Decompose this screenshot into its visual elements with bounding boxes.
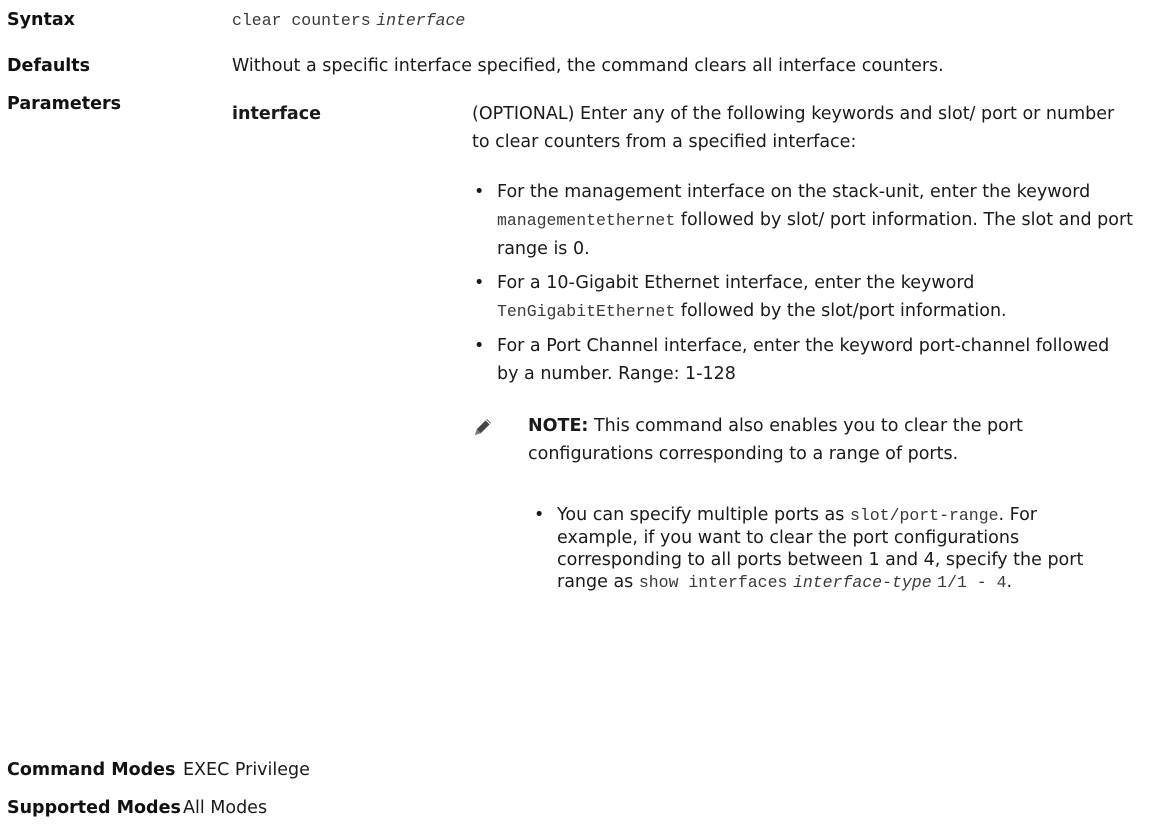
- note-label: NOTE:: [528, 416, 589, 436]
- supported-modes-label: Supported Modes: [7, 798, 181, 818]
- syntax-arg: interface: [376, 11, 466, 30]
- list-item: • You can specify multiple ports as slot…: [534, 505, 1084, 592]
- pencil-note-icon: [472, 416, 494, 438]
- syntax-label: Syntax: [7, 10, 75, 30]
- keyword-code: TenGigabitEthernet: [497, 302, 676, 321]
- parameter-description: (OPTIONAL) Enter any of the following ke…: [472, 104, 1115, 152]
- supported-modes-value: All Modes: [183, 798, 268, 818]
- syntax-value: clear counters interface: [232, 6, 465, 35]
- note-block: NOTE: This command also enables you to c…: [472, 412, 1134, 468]
- parameter-name: interface: [232, 104, 321, 124]
- list-item: • For the management interface on the st…: [474, 182, 1134, 259]
- parameters-label: Parameters: [7, 94, 121, 114]
- note-text: NOTE: This command also enables you to c…: [528, 416, 1023, 464]
- defaults-label: Defaults: [7, 56, 91, 76]
- keyword-code: 1/1 - 4: [937, 573, 1007, 592]
- defaults-text: Without a specific interface specified, …: [232, 56, 944, 76]
- list-item: • For a Port Channel interface, enter th…: [474, 336, 1110, 384]
- syntax-command: clear counters: [232, 11, 371, 30]
- keyword-code: slot/port-range: [849, 506, 999, 525]
- parameter-bullet-list: • For the management interface on the st…: [472, 178, 1134, 394]
- command-modes-label: Command Modes: [7, 760, 176, 780]
- keyword-code-italic: interface-type: [792, 573, 932, 592]
- list-item: • For a 10-Gigabit Ethernet interface, e…: [474, 273, 1007, 321]
- command-modes-value: EXEC Privilege: [183, 760, 310, 780]
- keyword-code: managementethernet: [497, 211, 676, 230]
- note-sub-list: • You can specify multiple ports as slot…: [532, 504, 1112, 594]
- keyword-code: show interfaces: [638, 573, 788, 592]
